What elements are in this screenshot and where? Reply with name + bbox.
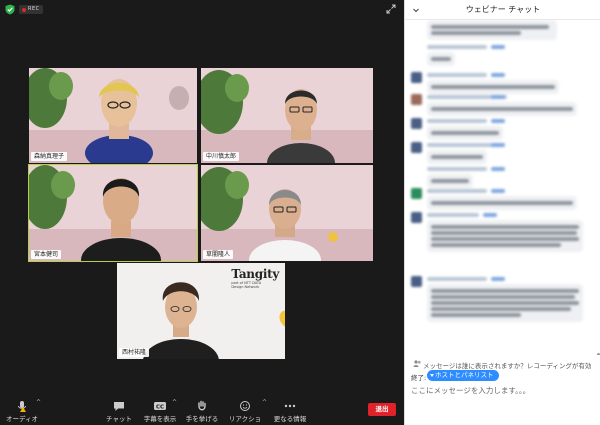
chat-header: ウェビナー チャット xyxy=(405,0,600,20)
reactions-icon xyxy=(240,401,250,411)
cc-badge-text: CC xyxy=(156,404,164,410)
captions-options-caret-icon[interactable]: ^ xyxy=(172,399,177,406)
reactions-label: リアクション xyxy=(228,415,262,423)
visibility-note[interactable]: メッセージは誰に表示されますか？レコーディングが有効 xyxy=(423,360,591,370)
microphone-icon xyxy=(18,401,26,412)
raise-hand-icon xyxy=(198,400,206,411)
audio-button[interactable]: オーディオ xyxy=(4,400,40,423)
participant-tile-active-speaker[interactable]: 宮本健司 xyxy=(28,164,198,262)
people-icon xyxy=(413,360,421,367)
participant-tile[interactable]: Tangity part of NTT DATA Design Network … xyxy=(117,263,285,359)
chat-icon xyxy=(114,402,124,411)
logo-sub-2: Design Network xyxy=(231,285,260,289)
chat-panel: ウェビナー チャット メッセージは誰に表示されますか？レコーディングが有効 終了… xyxy=(404,0,600,425)
shield-icon[interactable] xyxy=(5,4,15,15)
more-icon xyxy=(284,404,296,408)
chat-title: ウェビナー チャット xyxy=(465,5,541,14)
leave-button[interactable]: 退出 xyxy=(368,403,396,416)
audio-label: オーディオ xyxy=(5,415,39,423)
participant-video xyxy=(201,68,373,163)
captions-label: 字幕を表示 xyxy=(143,415,177,423)
recording-badge: REC xyxy=(19,5,43,14)
audio-options-caret-icon[interactable]: ^ xyxy=(36,399,41,406)
chat-composer: メッセージは誰に表示されますか？レコーディングが有効 終了: ホストとパネリスト xyxy=(405,355,600,425)
more-label: 更なる情報 xyxy=(273,415,307,423)
meeting-toolbar: オーディオ ^ チャット CC 字幕を表示 ^ 手を挙げる リアクショ ^ 更な… xyxy=(0,396,404,425)
chat-message-list[interactable] xyxy=(405,20,600,355)
participant-tile[interactable]: 中川慎太郎 xyxy=(201,68,373,163)
closed-captions-icon: CC xyxy=(154,402,166,410)
raise-hand-label: 手を挙げる xyxy=(185,415,219,423)
raise-hand-button[interactable]: 手を挙げる xyxy=(184,400,220,423)
participant-name: 森納真理子 xyxy=(31,152,68,161)
top-bar: REC xyxy=(0,0,404,18)
participant-name: 草闇隆人 xyxy=(203,250,234,259)
chat-button[interactable]: チャット xyxy=(104,400,134,423)
more-button[interactable]: 更なる情報 xyxy=(270,400,310,423)
participant-name: 宮本健司 xyxy=(31,250,62,259)
chat-label: チャット xyxy=(106,415,132,423)
reactions-button[interactable]: リアクション xyxy=(226,400,264,425)
participant-video xyxy=(201,165,373,261)
logo-brand: Tangity xyxy=(231,267,279,281)
video-area: REC 森納真理子 中川慎太郎 宮本健司 草闇隆人 Tangity part o… xyxy=(0,0,404,425)
chat-message-input[interactable] xyxy=(411,383,595,397)
participant-video xyxy=(29,165,197,261)
reactions-options-caret-icon[interactable]: ^ xyxy=(262,399,267,406)
to-label: 終了: xyxy=(411,374,427,382)
participant-tile[interactable]: 森納真理子 xyxy=(29,68,197,163)
tangity-logo: Tangity part of NTT DATA Design Network xyxy=(231,267,279,289)
fullscreen-icon[interactable] xyxy=(386,4,396,14)
participant-video xyxy=(29,68,197,163)
participant-name: 西村祐隆 xyxy=(119,348,150,357)
participant-name: 中川慎太郎 xyxy=(203,152,240,161)
participant-tile[interactable]: 草闇隆人 xyxy=(201,165,373,261)
recipient-dropdown[interactable]: ホストとパネリスト xyxy=(427,370,499,381)
